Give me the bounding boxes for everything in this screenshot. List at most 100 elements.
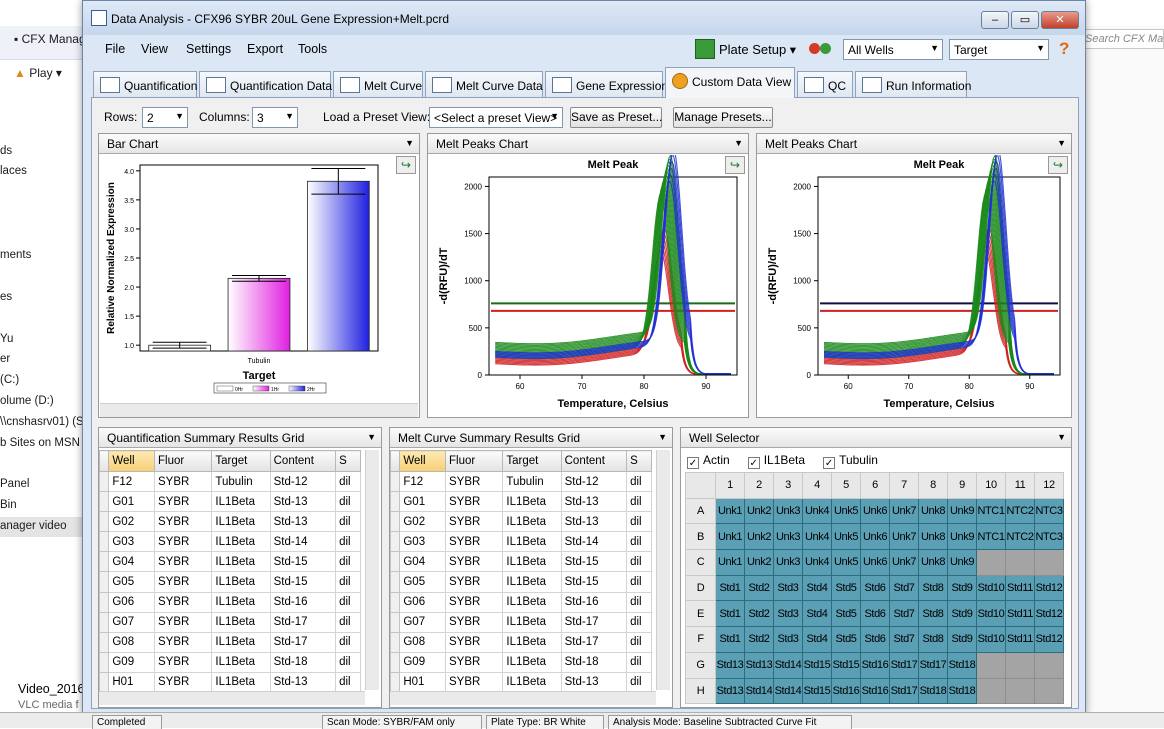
maximize-button[interactable]: ▭ — [1011, 11, 1039, 29]
column-header-s[interactable]: S — [335, 450, 361, 472]
plate-well[interactable]: NTC3 — [1034, 523, 1064, 551]
plate-well[interactable]: Unk6 — [860, 497, 890, 525]
tab-custom-data-view[interactable]: Custom Data View — [665, 67, 795, 98]
tab-qc[interactable]: QC — [797, 71, 853, 97]
plate-well[interactable]: Std7 — [889, 574, 919, 602]
plate-well[interactable]: Std18 — [947, 651, 977, 679]
column-header-s[interactable]: S — [626, 450, 652, 472]
row-indicator[interactable] — [389, 491, 401, 513]
table-row[interactable]: G02 SYBR IL1Beta Std-13 dil — [389, 511, 652, 533]
plate-well[interactable]: Std6 — [860, 626, 890, 653]
plate-well[interactable]: Std4 — [802, 574, 832, 602]
plate-well[interactable]: Unk2 — [744, 523, 774, 551]
horizontal-scrollbar[interactable] — [100, 403, 418, 417]
column-header-well[interactable]: Well — [108, 450, 156, 472]
menu-tools[interactable]: Tools — [298, 42, 327, 56]
plate-well[interactable]: Unk5 — [831, 549, 861, 576]
plate-well[interactable]: Std16 — [860, 677, 890, 705]
close-button[interactable]: ✕ — [1041, 11, 1079, 29]
plate-setup-button[interactable]: Plate Setup ▾ — [695, 39, 801, 61]
row-indicator[interactable] — [389, 651, 401, 673]
plate-row-header[interactable]: E — [685, 600, 716, 628]
plate-well[interactable]: Std15 — [802, 651, 832, 679]
plate-well[interactable]: Unk6 — [860, 523, 890, 551]
explorer-app-tab[interactable]: ▪ CFX Manage — [14, 32, 92, 46]
plate-well[interactable]: Std12 — [1034, 626, 1064, 653]
plate-row-header[interactable]: H — [685, 677, 716, 705]
row-indicator[interactable] — [98, 511, 110, 533]
plate-well[interactable]: Std6 — [860, 600, 890, 628]
explorer-nav-item[interactable]: Bin — [0, 499, 17, 511]
target-checkbox-tubulin[interactable]: ✓ Tubulin — [823, 453, 878, 469]
plate-well[interactable]: Std3 — [773, 626, 803, 653]
plate-well[interactable]: Std11 — [1005, 626, 1035, 653]
explorer-nav-item[interactable]: ments — [0, 249, 31, 261]
plate-well[interactable]: Unk5 — [831, 523, 861, 551]
explorer-search-input[interactable]: Search CFX Ma — [1080, 29, 1164, 49]
plate-well[interactable]: Std13 — [715, 677, 745, 705]
plate-well[interactable]: NTC3 — [1034, 497, 1064, 525]
table-row[interactable]: F12 SYBR Tubulin Std-12 dil — [98, 470, 361, 493]
plate-well[interactable]: Unk9 — [947, 523, 977, 551]
table-row[interactable]: G09 SYBR IL1Beta Std-18 dil — [389, 651, 652, 673]
explorer-nav-item[interactable]: er — [0, 353, 10, 365]
plate-well[interactable] — [1005, 651, 1035, 679]
explorer-nav-item[interactable]: Panel — [0, 478, 29, 490]
row-indicator[interactable] — [389, 631, 401, 653]
plate-well[interactable]: Std1 — [715, 600, 745, 628]
table-row[interactable]: G06 SYBR IL1Beta Std-16 dil — [389, 591, 652, 613]
plate-well[interactable]: Std18 — [947, 677, 977, 705]
plate-column-header[interactable]: 8 — [918, 472, 948, 499]
column-header-fluor[interactable]: Fluor — [154, 450, 213, 472]
plate-corner[interactable] — [685, 472, 716, 499]
plate-well[interactable]: Unk1 — [715, 523, 745, 551]
plate-well[interactable]: Std11 — [1005, 574, 1035, 602]
plate-well[interactable]: Std18 — [918, 677, 948, 705]
plate-well[interactable]: Std10 — [976, 600, 1006, 628]
plate-well[interactable]: Std10 — [976, 626, 1006, 653]
rows-dropdown[interactable]: 2 ▼ — [142, 107, 188, 128]
plate-well[interactable]: Std4 — [802, 600, 832, 628]
explorer-nav-item[interactable]: anager video — [0, 520, 67, 532]
plate-column-header[interactable]: 2 — [744, 472, 774, 499]
plate-well[interactable] — [1034, 677, 1064, 705]
explorer-nav-item[interactable]: olume (D:) — [0, 395, 54, 407]
manage-presets-button[interactable]: Manage Presets... — [673, 107, 773, 128]
table-row[interactable]: G08 SYBR IL1Beta Std-17 dil — [389, 631, 652, 653]
plate-well[interactable]: Std8 — [918, 574, 948, 602]
plate-column-header[interactable]: 6 — [860, 472, 890, 499]
plate-well[interactable]: Unk3 — [773, 523, 803, 551]
row-indicator[interactable] — [98, 631, 110, 653]
plate-well[interactable]: Unk7 — [889, 523, 919, 551]
plate-well[interactable]: Std17 — [889, 677, 919, 705]
plate-row-header[interactable]: D — [685, 574, 716, 602]
plate-well[interactable]: Std9 — [947, 574, 977, 602]
plate-row-header[interactable]: A — [685, 497, 716, 525]
row-indicator[interactable] — [389, 470, 401, 493]
table-row[interactable]: G03 SYBR IL1Beta Std-14 dil — [98, 531, 361, 553]
plate-well[interactable] — [976, 677, 1006, 705]
plate-well[interactable]: Unk5 — [831, 497, 861, 525]
plate-well[interactable]: Unk6 — [860, 549, 890, 576]
tab-melt-curve-data[interactable]: Melt Curve Data — [425, 71, 543, 97]
column-header-fluor[interactable]: Fluor — [445, 450, 504, 472]
save-preset-button[interactable]: Save as Preset... — [570, 107, 662, 128]
table-row[interactable]: G01 SYBR IL1Beta Std-13 dil — [389, 491, 652, 513]
plate-well[interactable]: Std8 — [918, 600, 948, 628]
plate-column-header[interactable]: 1 — [715, 472, 745, 499]
plate-well[interactable]: Unk1 — [715, 497, 745, 525]
plate-well[interactable]: Unk1 — [715, 549, 745, 576]
table-row[interactable]: G03 SYBR IL1Beta Std-14 dil — [389, 531, 652, 553]
plate-well[interactable]: NTC1 — [976, 523, 1006, 551]
plate-column-header[interactable]: 5 — [831, 472, 861, 499]
menu-view[interactable]: View — [141, 42, 168, 56]
plate-well[interactable]: Std2 — [744, 574, 774, 602]
plate-well[interactable]: Std13 — [744, 651, 774, 679]
row-indicator[interactable] — [389, 591, 401, 613]
help-icon[interactable]: ? — [1059, 39, 1077, 61]
column-header-content[interactable]: Content — [560, 450, 628, 472]
panel-header[interactable]: Melt Peaks Chart ▼ — [757, 134, 1071, 154]
plate-well[interactable]: Std14 — [773, 651, 803, 679]
plate-well[interactable]: NTC1 — [976, 497, 1006, 525]
table-row[interactable]: H01 SYBR IL1Beta Std-13 dil — [389, 671, 652, 694]
